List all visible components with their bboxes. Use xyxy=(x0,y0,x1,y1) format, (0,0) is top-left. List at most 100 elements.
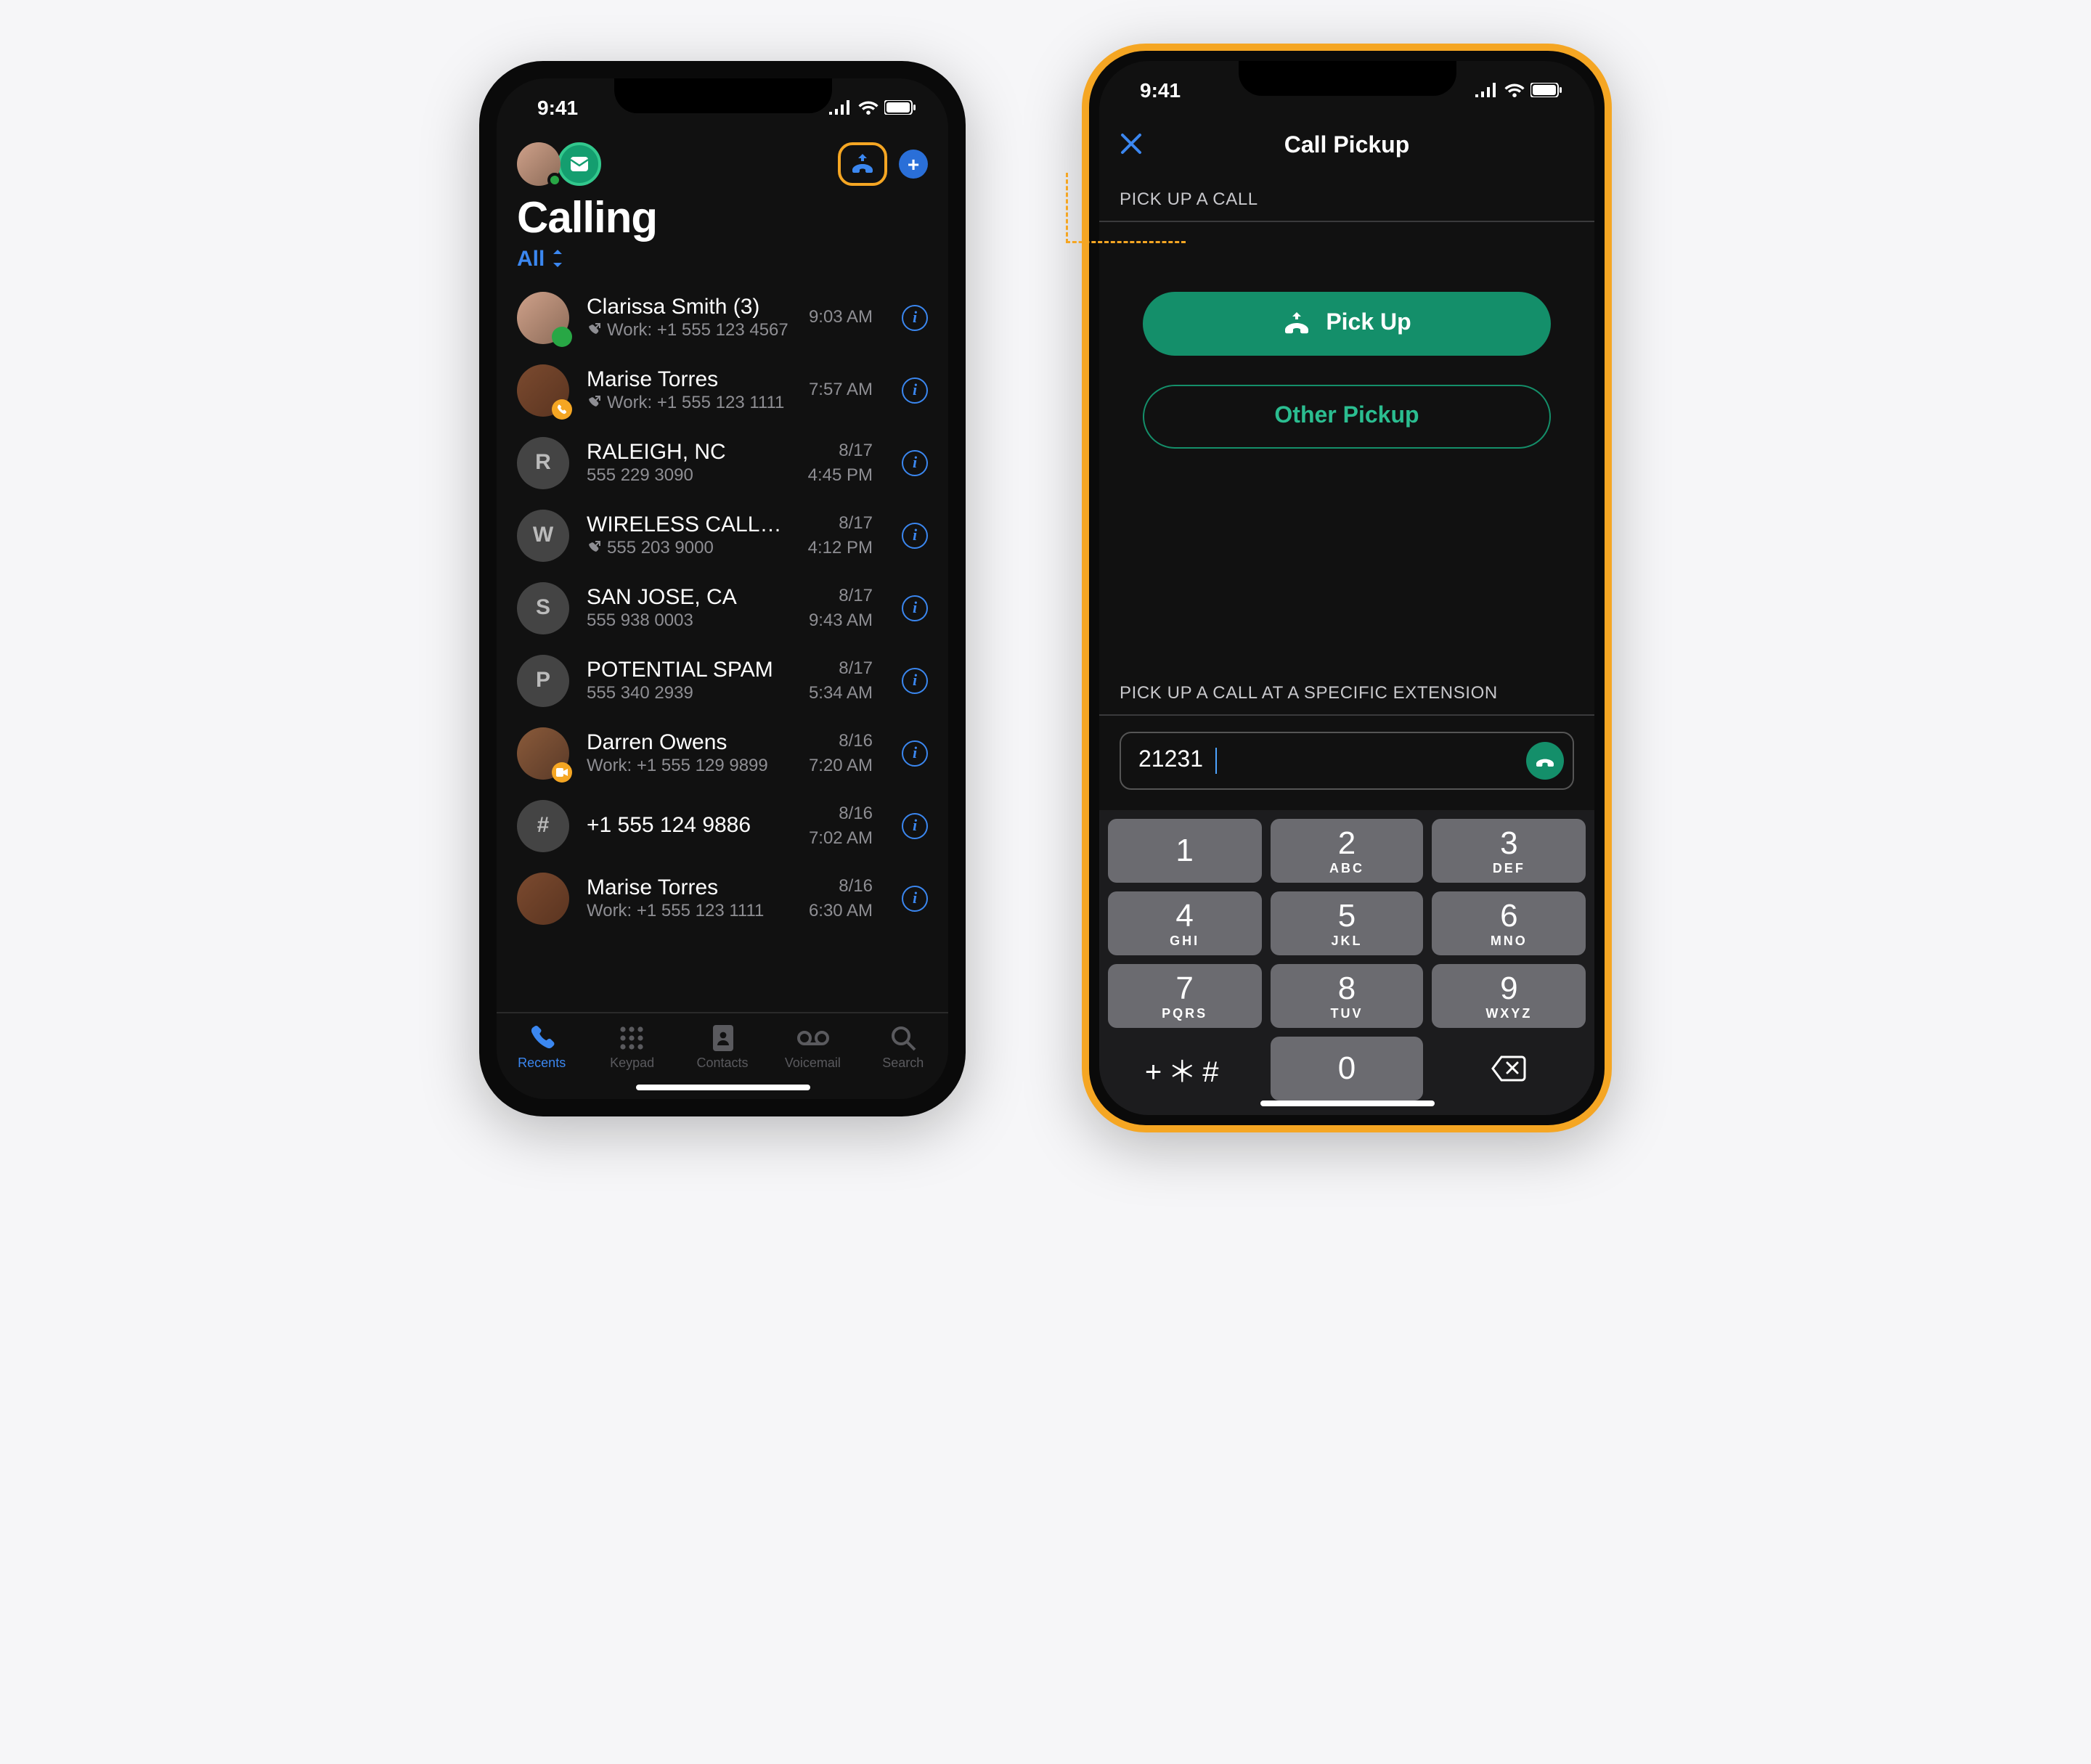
pickup-phone-icon xyxy=(1282,311,1311,335)
extension-input-wrap: 21231 xyxy=(1099,714,1594,810)
status-time: 9:41 xyxy=(1140,78,1181,102)
pick-up-button[interactable]: Pick Up xyxy=(1143,291,1551,355)
extension-input[interactable]: 21231 xyxy=(1120,732,1574,790)
key-0[interactable]: 0 xyxy=(1270,1037,1423,1101)
call-main: +1 555 124 9886 xyxy=(587,813,791,838)
call-info-button[interactable]: i xyxy=(902,885,928,911)
call-name: Darren Owens xyxy=(587,730,791,755)
call-info-button[interactable]: i xyxy=(902,595,928,621)
call-sub: 555 938 0003 xyxy=(587,610,791,630)
status-indicators xyxy=(829,99,916,114)
call-row[interactable]: Marise Torres Work: +1 555 123 1111 8/16… xyxy=(497,862,948,934)
call-info-button[interactable]: i xyxy=(902,377,928,403)
key-8[interactable]: 8TUV xyxy=(1270,964,1423,1028)
key-6[interactable]: 6 MNO xyxy=(1432,891,1586,955)
key-letters: MNO xyxy=(1491,933,1528,947)
key-letters: DEF xyxy=(1493,860,1525,875)
call-name: Marise Torres xyxy=(587,875,791,900)
tab-search[interactable]: Search xyxy=(858,1013,948,1081)
call-row[interactable]: Clarissa Smith (3) Work: +1 555 123 4567… xyxy=(497,281,948,354)
plus-icon: + xyxy=(908,152,919,175)
call-info-button[interactable]: i xyxy=(902,740,928,766)
pickup-phone-icon xyxy=(849,153,876,173)
header-actions: + xyxy=(838,142,928,185)
call-meta: 8/166:30 AM xyxy=(809,875,873,922)
key-digit: 4 xyxy=(1175,899,1194,931)
call-meta: 8/174:45 PM xyxy=(808,439,873,486)
call-info-button[interactable]: i xyxy=(902,812,928,838)
search-icon xyxy=(887,1024,919,1053)
filter-row: All xyxy=(497,246,948,281)
status-indicators xyxy=(1475,83,1562,97)
key-digit: 1 xyxy=(1175,835,1194,867)
key-backspace[interactable] xyxy=(1432,1037,1586,1101)
self-avatar[interactable] xyxy=(517,142,561,185)
call-info-button[interactable]: i xyxy=(902,522,928,548)
call-info-button[interactable]: i xyxy=(902,667,928,693)
call-row[interactable]: # +1 555 124 9886 8/167:02 AM i xyxy=(497,789,948,862)
profile-avatar-stack[interactable] xyxy=(517,142,601,185)
phone-badge xyxy=(552,399,572,419)
section-pick-up-call: PICK UP A CALL xyxy=(1099,174,1594,221)
tab-label: Search xyxy=(882,1055,924,1070)
phone-icon xyxy=(1535,752,1555,769)
call-main: POTENTIAL SPAM 555 340 2939 xyxy=(587,658,791,703)
call-row[interactable]: P POTENTIAL SPAM 555 340 2939 8/175:34 A… xyxy=(497,644,948,716)
key-letters: WXYZ xyxy=(1485,1005,1532,1020)
message-button[interactable] xyxy=(558,142,601,185)
key-2[interactable]: 2ABC xyxy=(1270,819,1423,883)
call-meta: 8/174:12 PM xyxy=(808,512,873,559)
call-info-button[interactable]: i xyxy=(902,304,928,330)
recents-icon xyxy=(526,1024,558,1053)
tab-keypad[interactable]: Keypad xyxy=(587,1013,677,1081)
key-digit: 8 xyxy=(1338,972,1356,1004)
key-digit: 6 xyxy=(1500,899,1518,931)
key-5[interactable]: 5JKL xyxy=(1270,891,1423,955)
call-avatar: P xyxy=(517,654,569,706)
header-title: Call Pickup xyxy=(1284,134,1410,160)
key-9[interactable]: 9WXYZ xyxy=(1432,964,1586,1028)
call-main: SAN JOSE, CA 555 938 0003 xyxy=(587,585,791,630)
call-name: +1 555 124 9886 xyxy=(587,813,791,838)
call-row[interactable]: Marise Torres Work: +1 555 123 1111 7:57… xyxy=(497,354,948,426)
call-avatar xyxy=(517,364,569,416)
signal-icon xyxy=(1475,83,1499,97)
screen-call-pickup: 9:41 Call Pickup PICK UP A CALL Pick U xyxy=(1099,61,1594,1115)
call-avatar: W xyxy=(517,509,569,561)
call-row[interactable]: R RALEIGH, NC 555 229 3090 8/174:45 PM i xyxy=(497,426,948,499)
key-3[interactable]: 3DEF xyxy=(1432,819,1586,883)
call-pickup-button[interactable] xyxy=(838,142,887,185)
tab-contacts[interactable]: Contacts xyxy=(677,1013,767,1081)
dial-extension-button[interactable] xyxy=(1526,742,1564,780)
status-time: 9:41 xyxy=(537,95,578,118)
key-1[interactable]: 1 xyxy=(1108,819,1261,883)
key-letters: TUV xyxy=(1330,1005,1363,1020)
call-sub: 555 229 3090 xyxy=(587,465,791,485)
key-7[interactable]: 7PQRS xyxy=(1108,964,1261,1028)
phone-left: 9:41 xyxy=(479,60,966,1116)
call-sub: 555 203 9000 xyxy=(587,537,791,558)
call-row[interactable]: W WIRELESS CALLER (2) 555 203 9000 8/174… xyxy=(497,499,948,571)
call-main: WIRELESS CALLER (2) 555 203 9000 xyxy=(587,513,791,558)
call-sub: Work: +1 555 129 9899 xyxy=(587,755,791,775)
tab-label: Keypad xyxy=(610,1055,654,1070)
presence-badge xyxy=(552,326,572,346)
key-digit: 3 xyxy=(1500,827,1518,859)
call-info-button[interactable]: i xyxy=(902,449,928,475)
tab-recents[interactable]: Recents xyxy=(497,1013,587,1081)
key-digit: 9 xyxy=(1500,972,1518,1004)
key-4[interactable]: 4GHI xyxy=(1108,891,1261,955)
tab-label: Voicemail xyxy=(785,1055,841,1070)
call-main: Marise Torres Work: +1 555 123 1111 xyxy=(587,875,791,920)
call-row[interactable]: Darren Owens Work: +1 555 129 9899 8/167… xyxy=(497,716,948,789)
tab-voicemail[interactable]: Voicemail xyxy=(767,1013,857,1081)
filter-all[interactable]: All xyxy=(517,246,565,271)
call-list[interactable]: Clarissa Smith (3) Work: +1 555 123 4567… xyxy=(497,281,948,1011)
call-name: Clarissa Smith (3) xyxy=(587,295,791,319)
add-button[interactable]: + xyxy=(899,149,928,178)
key-symbols[interactable]: +＊# xyxy=(1108,1037,1261,1101)
close-button[interactable] xyxy=(1120,130,1143,163)
envelope-icon xyxy=(571,156,588,171)
other-pickup-button[interactable]: Other Pickup xyxy=(1143,384,1551,448)
call-row[interactable]: S SAN JOSE, CA 555 938 0003 8/179:43 AM … xyxy=(497,571,948,644)
